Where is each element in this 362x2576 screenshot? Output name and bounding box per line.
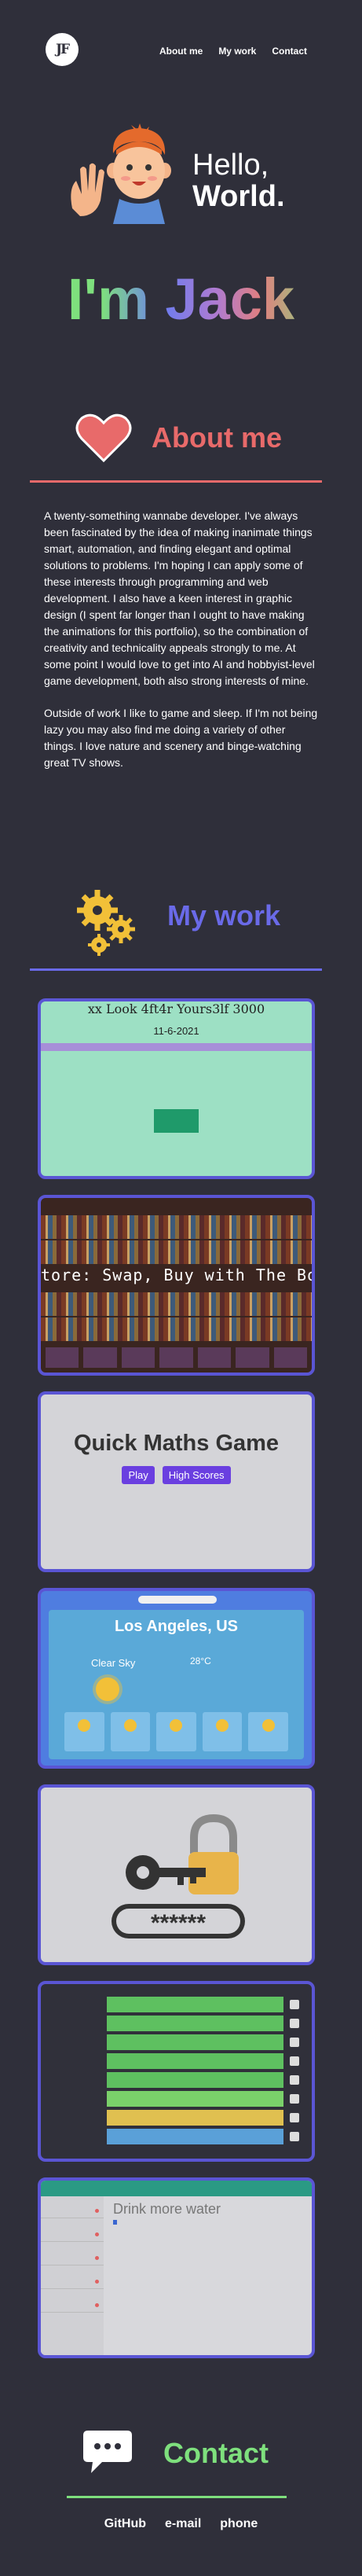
- weather-panel: Los Angeles, US Clear Sky 28°C: [49, 1610, 304, 1759]
- forecast-day: [156, 1712, 196, 1751]
- forecast-days: [64, 1712, 288, 1751]
- waving-hand-icon: [71, 163, 104, 216]
- calendar-cell: [109, 1068, 154, 1092]
- project-card-schedule[interactable]: [38, 1981, 315, 2162]
- calendar-title: xx Look 4ft4r Yours3lf 3000: [41, 1001, 312, 1017]
- project-card-password[interactable]: ******: [38, 1784, 315, 1965]
- flag-icon: [113, 2220, 117, 2225]
- about-divider: [30, 480, 322, 483]
- email-link[interactable]: e-mail: [165, 2517, 201, 2531]
- calendar-cell: [64, 1150, 109, 1174]
- calendar-date: 11-6-2021: [153, 1025, 199, 1037]
- todo-topbar: [41, 2181, 312, 2196]
- calendar-cell: [243, 1068, 288, 1092]
- main-nav: About me My work Contact: [159, 46, 307, 57]
- save-icon: [290, 2038, 299, 2047]
- schedule-slot: [107, 2034, 283, 2050]
- github-link[interactable]: GitHub: [104, 2517, 146, 2531]
- phone-link[interactable]: phone: [220, 2517, 258, 2531]
- hero-name: I'm Jack: [0, 266, 362, 333]
- about-title: About me: [152, 421, 282, 454]
- project-card-calendar[interactable]: xx Look 4ft4r Yours3lf 3000 11-6-2021: [38, 998, 315, 1179]
- about-paragraph: Outside of work I like to game and sleep…: [44, 707, 318, 769]
- weather-city: Los Angeles, US: [114, 1618, 239, 1635]
- save-icon: [290, 2075, 299, 2085]
- logo[interactable]: JF: [46, 33, 79, 66]
- contact-links: GitHub e-mail phone: [0, 2517, 362, 2531]
- save-icon: [290, 2000, 299, 2009]
- work-divider: [30, 968, 322, 971]
- greeting-line-2: World.: [192, 180, 285, 213]
- calendar-cell: [64, 1109, 109, 1133]
- nav-work[interactable]: My work: [218, 46, 256, 57]
- avatar-illustration: [71, 123, 171, 224]
- speech-bubble-icon: [83, 2431, 132, 2473]
- contact-divider: [67, 2496, 287, 2498]
- weather-search: [138, 1596, 217, 1604]
- password-mask: ******: [151, 1910, 206, 1936]
- calendar-cell: [243, 1109, 288, 1133]
- bookshelf-graphic: [41, 1292, 312, 1316]
- gears-icon: [77, 890, 135, 956]
- hero-greeting: Hello, World.: [192, 149, 285, 212]
- save-icon: [290, 2056, 299, 2066]
- project-card-bookstore[interactable]: tore: Swap, Buy with The BookAp: [38, 1195, 315, 1376]
- calendar-cell: [243, 1150, 288, 1174]
- site-header: JF About me My work Contact: [0, 0, 362, 102]
- play-button: Play: [122, 1466, 155, 1484]
- about-text: A twenty-something wannabe developer. I'…: [44, 508, 319, 787]
- forecast-day: [64, 1712, 104, 1751]
- contact-title: Contact: [163, 2437, 269, 2469]
- todo-title: Drink more water: [113, 2201, 221, 2217]
- greeting-line-1: Hello,: [192, 149, 269, 182]
- todo-sidebar: [41, 2196, 104, 2355]
- weather-temp: 28°C: [190, 1655, 211, 1666]
- forecast-day: [248, 1712, 288, 1751]
- schedule-slot: [107, 2110, 283, 2126]
- calendar-cell: [154, 1068, 199, 1092]
- schedule-slot: [107, 2129, 283, 2144]
- calendar-cell: [199, 1109, 243, 1133]
- nav-contact[interactable]: Contact: [272, 46, 307, 57]
- calendar-cell: [199, 1150, 243, 1174]
- key-lock-icon: ******: [112, 1813, 245, 1938]
- bookshelf-graphic: [41, 1317, 312, 1341]
- save-icon: [290, 2113, 299, 2122]
- schedule-slot: [107, 2091, 283, 2107]
- high-scores-button: High Scores: [162, 1466, 231, 1484]
- maths-title: Quick Maths Game: [73, 1431, 280, 1456]
- book-thumbnails: [46, 1347, 307, 1368]
- hero: Hello, World. I'm Jack: [0, 102, 362, 346]
- weather-condition: Clear Sky: [91, 1657, 136, 1669]
- save-icon: [290, 2132, 299, 2141]
- schedule-slot: [107, 2072, 283, 2088]
- save-icon: [290, 2094, 299, 2104]
- calendar-strip: [41, 1043, 312, 1051]
- calendar-cell: [109, 1109, 154, 1133]
- schedule-slot: [107, 1997, 283, 2012]
- bookshelf-graphic: [41, 1240, 312, 1264]
- project-card-maths[interactable]: Quick Maths Game Play High Scores: [38, 1391, 315, 1572]
- project-card-todo[interactable]: Drink more water: [38, 2177, 315, 2358]
- calendar-cell: [64, 1068, 109, 1092]
- project-card-weather[interactable]: Los Angeles, US Clear Sky 28°C: [38, 1588, 315, 1769]
- bookstore-title: tore: Swap, Buy with The BookAp: [41, 1266, 312, 1284]
- schedule-slot: [107, 2053, 283, 2069]
- forecast-day: [110, 1712, 151, 1751]
- forecast-day: [202, 1712, 243, 1751]
- calendar-grid: [41, 1051, 312, 1174]
- calendar-cell: [154, 1150, 199, 1174]
- work-title: My work: [167, 899, 281, 932]
- bookshelf-graphic: [41, 1215, 312, 1239]
- sun-icon: [96, 1678, 119, 1701]
- calendar-cell: [109, 1150, 154, 1174]
- calendar-cell-selected: [154, 1109, 199, 1133]
- about-paragraph: A twenty-something wannabe developer. I'…: [44, 509, 315, 687]
- calendar-cell: [199, 1068, 243, 1092]
- nav-about[interactable]: About me: [159, 46, 203, 57]
- heart-icon: [75, 413, 132, 463]
- schedule-slot: [107, 2016, 283, 2031]
- save-icon: [290, 2019, 299, 2028]
